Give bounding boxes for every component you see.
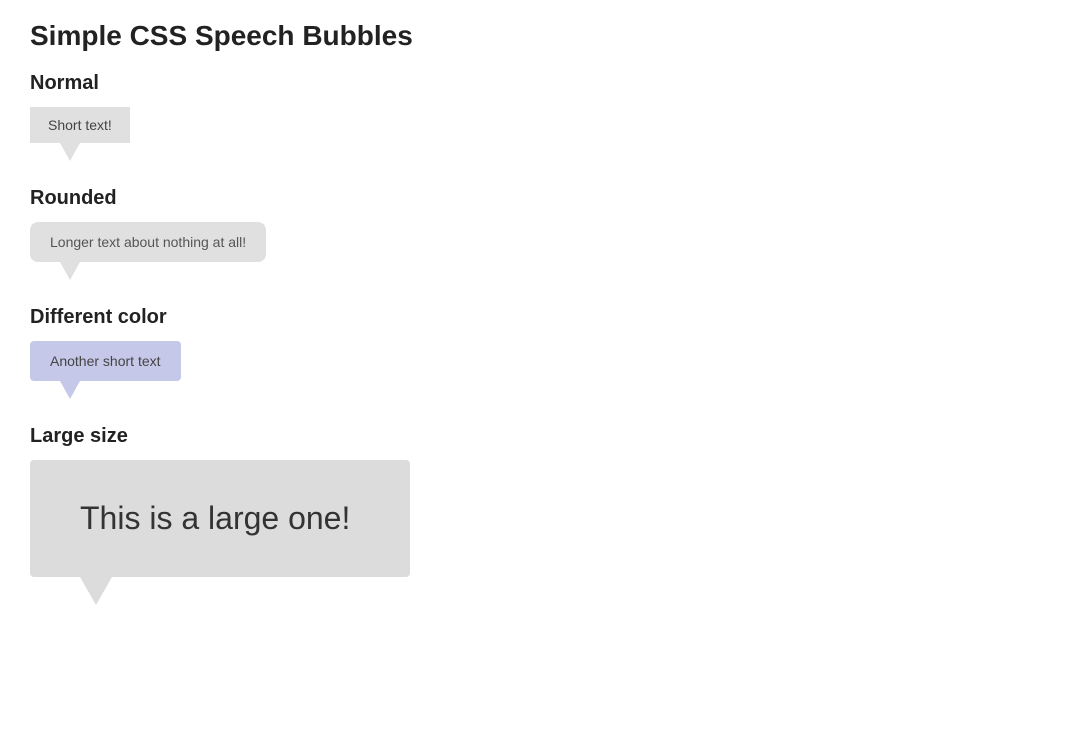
- section-large-label: Large size: [30, 425, 1050, 448]
- section-rounded-label: Rounded: [30, 187, 1050, 210]
- section-rounded: Rounded Longer text about nothing at all…: [30, 187, 1050, 276]
- bubble-large: This is a large one!: [30, 460, 410, 577]
- section-large-size: Large size This is a large one!: [30, 425, 1050, 591]
- section-color-label: Different color: [30, 306, 1050, 329]
- section-normal: Normal Short text!: [30, 72, 1050, 157]
- bubble-color: Another short text: [30, 341, 181, 381]
- page-title: Simple CSS Speech Bubbles: [30, 20, 1050, 52]
- bubble-large-text: This is a large one!: [80, 500, 350, 536]
- section-different-color: Different color Another short text: [30, 306, 1050, 395]
- section-normal-label: Normal: [30, 72, 1050, 95]
- bubble-rounded-text: Longer text about nothing at all!: [50, 234, 246, 250]
- bubble-normal: Short text!: [30, 107, 130, 143]
- bubble-rounded: Longer text about nothing at all!: [30, 222, 266, 262]
- bubble-color-text: Another short text: [50, 353, 161, 369]
- bubble-normal-text: Short text!: [48, 117, 112, 133]
